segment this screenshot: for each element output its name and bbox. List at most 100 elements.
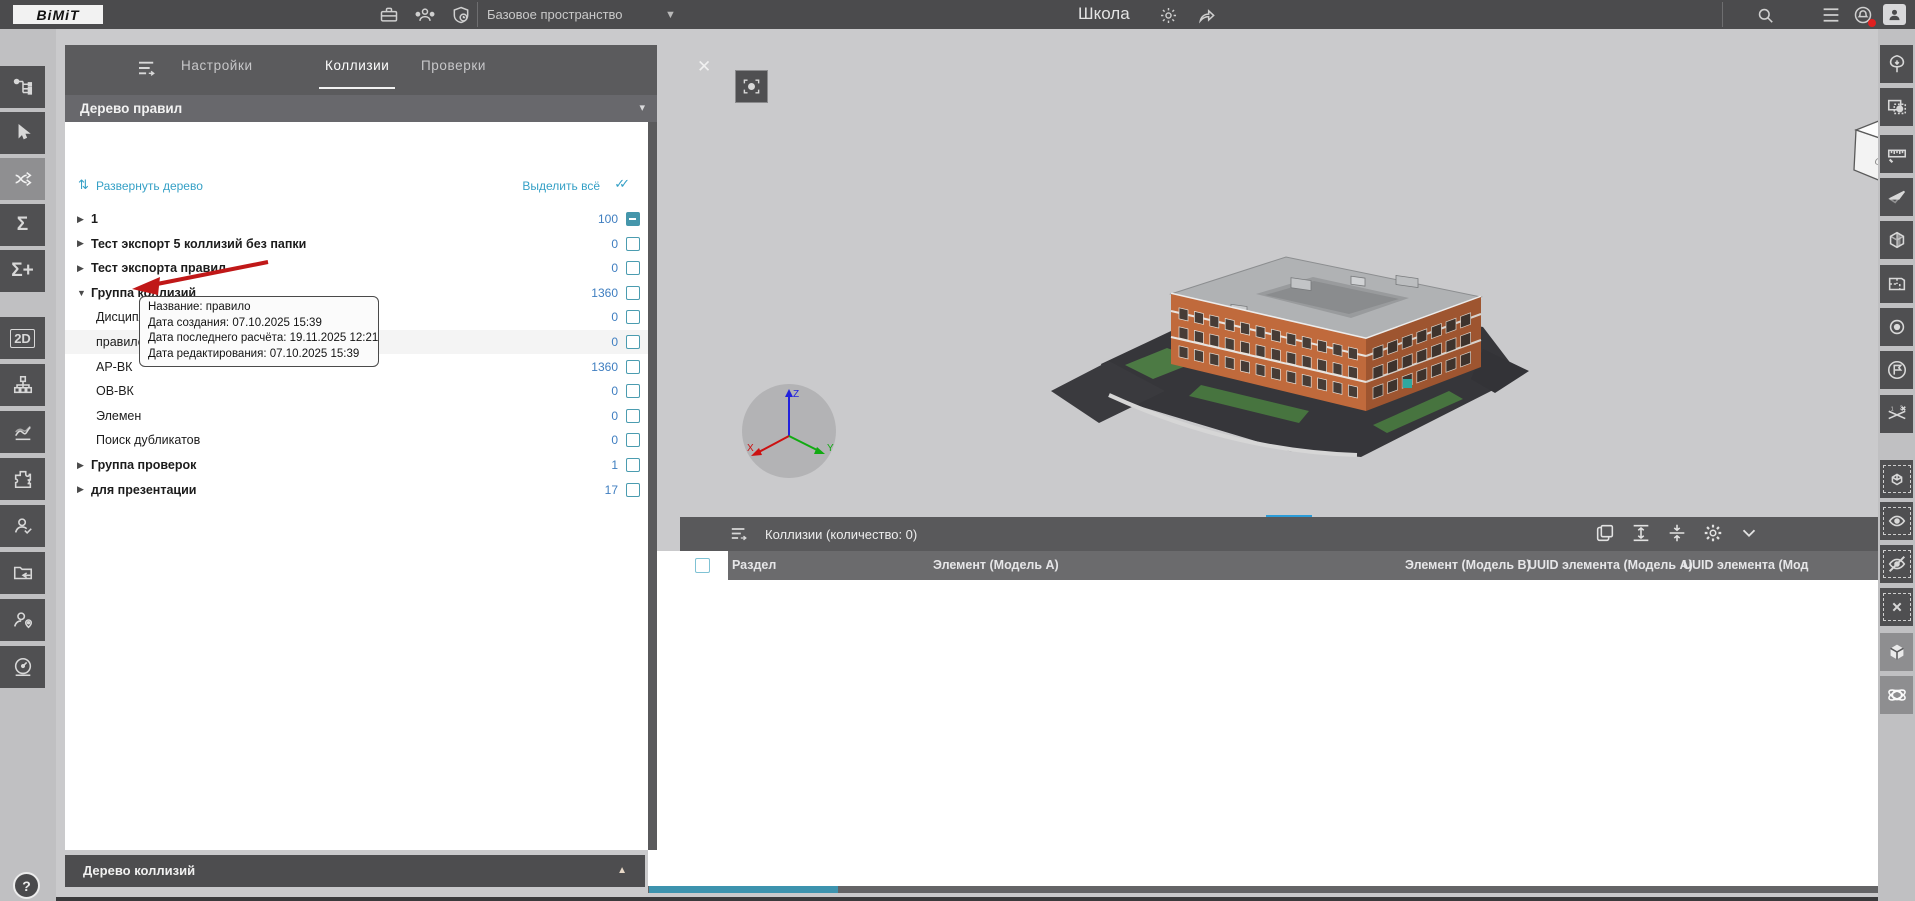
tree-item-checkbox[interactable] [626, 237, 640, 251]
tree-item-label[interactable]: Тест экспорт 5 коллизий без папки [91, 237, 306, 251]
notifications-icon[interactable] [1852, 4, 1874, 26]
horizontal-scrollbar-thumb[interactable] [649, 886, 838, 893]
tool-clear-selection[interactable] [1880, 588, 1913, 626]
column-header[interactable]: Элемент (Модель B) [1405, 558, 1531, 572]
tool-sum-add[interactable]: Σ+ [0, 250, 45, 292]
collapse-rows-icon[interactable] [1666, 522, 1688, 544]
expand-arrow-icon[interactable]: ▶ [77, 214, 87, 225]
tool-collisions-tool[interactable] [0, 158, 45, 200]
tool-charts[interactable] [0, 411, 45, 453]
tool-environment-tree[interactable] [1880, 45, 1913, 83]
tree-item-label[interactable]: 1 [91, 212, 98, 226]
tool-flag-point[interactable] [1880, 351, 1913, 389]
tool-select-tool[interactable] [0, 112, 45, 154]
axis-gizmo[interactable]: Z X Y [739, 381, 839, 481]
expand-collapse-icon[interactable]: ⇅ [78, 177, 89, 193]
gear-icon[interactable] [1157, 4, 1179, 26]
column-header[interactable]: Раздел [732, 558, 776, 572]
list-icon[interactable] [1820, 4, 1842, 26]
expand-arrow-icon[interactable]: ▶ [77, 263, 87, 274]
tool-flip-plane[interactable] [1880, 178, 1913, 216]
tool-isolate-selected[interactable] [1880, 460, 1913, 498]
tree-row[interactable]: Поиск дубликатов0 [65, 428, 648, 452]
tree-item-checkbox[interactable] [626, 409, 640, 423]
user-avatar-icon[interactable] [1883, 4, 1906, 25]
collapse-arrow-icon[interactable]: ▼ [77, 288, 87, 298]
help-button[interactable]: ? [13, 872, 40, 899]
tree-item-checkbox[interactable] [626, 458, 640, 472]
collisions-table-body[interactable] [648, 580, 1880, 886]
tool-dashboard-gauge[interactable] [0, 646, 45, 688]
panel-menu-icon[interactable] [137, 60, 157, 76]
expand-rows-icon[interactable] [1630, 522, 1652, 544]
tool-floor-plan[interactable] [1880, 265, 1913, 303]
tree-row[interactable]: ОВ-ВК0 [65, 379, 648, 403]
expand-tree-link[interactable]: Развернуть дерево [96, 179, 203, 193]
tree-item-checkbox[interactable] [626, 261, 640, 275]
tree-row[interactable]: Элемен0 [65, 404, 648, 428]
tool-user-approve[interactable] [0, 505, 45, 547]
tree-row[interactable]: ▶Группа проверок1 [65, 453, 648, 477]
select-all-link[interactable]: Выделить всё [522, 179, 600, 193]
chevron-down-icon[interactable]: ▼ [665, 9, 676, 21]
tool-plugins[interactable] [0, 458, 45, 500]
tab-settings[interactable]: Настройки [181, 58, 253, 73]
tool-orbit-mode[interactable] [1880, 676, 1913, 714]
tool-collision-pair[interactable]: 12 [1880, 395, 1913, 433]
building-model[interactable] [1051, 199, 1551, 539]
tree-row[interactable]: ▶для презентации17 [65, 478, 648, 502]
search-icon[interactable] [1754, 4, 1776, 26]
column-header[interactable]: Элемент (Модель А) [933, 558, 1059, 572]
workspace-selector[interactable]: Базовое пространство [487, 0, 623, 29]
tool-sum-checks[interactable]: Σ [0, 204, 45, 246]
tree-item-label[interactable]: Тест экспорта правил [91, 261, 226, 275]
tree-item-label[interactable]: Группа проверок [91, 458, 196, 472]
tool-hide-selected[interactable] [1880, 545, 1913, 583]
tree-item-label[interactable]: для презентации [91, 483, 196, 497]
tool-view-2d[interactable]: 2D [0, 317, 45, 359]
team-icon[interactable] [414, 4, 436, 26]
tree-item-checkbox[interactable] [626, 286, 640, 300]
tool-import-folder[interactable] [0, 552, 45, 594]
tree-item-checkbox[interactable] [626, 384, 640, 398]
rules-tree-section-header[interactable]: Дерево правил ▾ [65, 95, 657, 122]
tree-item-checkbox[interactable] [626, 212, 640, 226]
expand-arrow-icon[interactable]: ▶ [77, 238, 87, 249]
share-icon[interactable] [1196, 4, 1218, 26]
expand-arrow-icon[interactable]: ▶ [77, 460, 87, 471]
tool-shaded-mode[interactable] [1880, 633, 1913, 671]
tree-item-label[interactable]: ОВ-ВК [96, 384, 134, 398]
collisions-tree-footer[interactable]: Дерево коллизий ▲ [65, 855, 645, 887]
briefcase-icon[interactable] [378, 4, 400, 26]
tool-scheme[interactable] [0, 364, 45, 406]
expand-arrow-icon[interactable]: ▶ [77, 484, 87, 495]
tool-section-cube[interactable] [1880, 221, 1913, 259]
horizontal-scrollbar[interactable] [648, 886, 1880, 893]
select-all-checkbox[interactable] [695, 558, 710, 573]
tool-locate-point[interactable] [1880, 308, 1913, 346]
app-logo[interactable]: BiMiT [13, 5, 103, 24]
tool-capture-region[interactable] [1880, 88, 1913, 126]
fit-view-button[interactable] [735, 70, 768, 103]
tree-row[interactable]: ▶Тест экспорта правил0 [65, 256, 648, 280]
copy-rows-icon[interactable] [1594, 522, 1616, 544]
tree-row[interactable]: ▶1100 [65, 207, 648, 231]
column-header[interactable]: UUID элемента (Модель А) [1528, 558, 1693, 572]
tab-checks[interactable]: Проверки [421, 58, 486, 73]
tool-model-tree[interactable] [0, 66, 45, 108]
tree-item-checkbox[interactable] [626, 360, 640, 374]
panel-vertical-scrollbar[interactable] [648, 122, 657, 850]
tool-user-location[interactable] [0, 599, 45, 641]
chevron-down-icon[interactable] [1738, 522, 1760, 544]
tree-item-label[interactable]: Поиск дубликатов [96, 433, 200, 447]
tree-item-checkbox[interactable] [626, 310, 640, 324]
tree-item-checkbox[interactable] [626, 335, 640, 349]
tool-show-selected[interactable] [1880, 502, 1913, 540]
section-collapse-icon[interactable]: ▾ [639, 95, 645, 122]
tree-item-checkbox[interactable] [626, 483, 640, 497]
collisions-menu-icon[interactable] [730, 526, 748, 541]
tree-item-label[interactable]: АР-ВК [96, 360, 132, 374]
tree-item-label[interactable]: Элемен [96, 409, 141, 423]
footer-expand-icon[interactable]: ▲ [617, 855, 627, 887]
shield-clock-icon[interactable] [450, 4, 472, 26]
